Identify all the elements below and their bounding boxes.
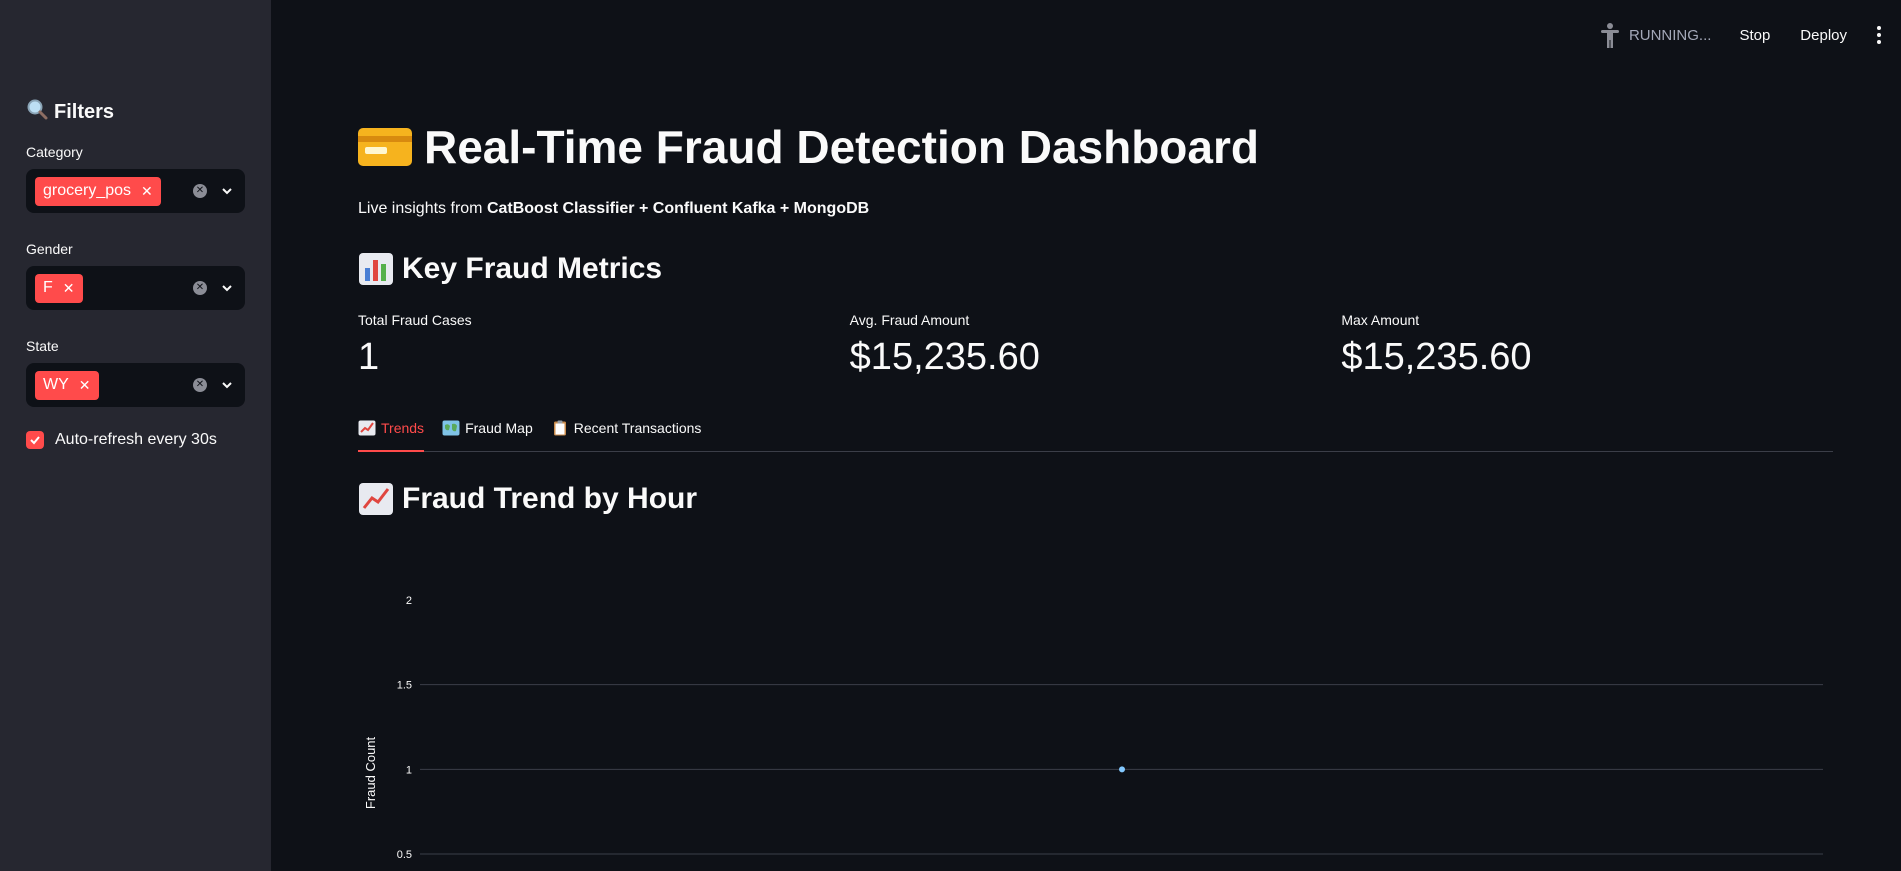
main-menu-icon[interactable]	[1877, 26, 1881, 44]
metrics-row: Total Fraud Cases 1 Avg. Fraud Amount $1…	[358, 312, 1833, 379]
y-tick-label: 0.5	[397, 849, 412, 861]
metric-value: $15,235.60	[849, 336, 1040, 378]
category-label: Category	[26, 144, 83, 160]
tab-label: Recent Transactions	[573, 420, 702, 436]
trend-heading-text: Fraud Trend by Hour	[402, 482, 698, 515]
data-point[interactable]	[1119, 766, 1125, 773]
category-multiselect[interactable]: grocery_pos ✕ ✕	[26, 169, 245, 213]
autorefresh-checkbox[interactable]: Auto-refresh every 30s	[26, 431, 245, 449]
chevron-down-icon[interactable]	[221, 282, 233, 294]
page-subtitle: Live insights from CatBoost Classifier +…	[358, 200, 869, 218]
gender-filter: Gender F ✕ ✕	[26, 241, 245, 310]
page-title: Real-Time Fraud Detection Dashboard	[358, 120, 1259, 174]
tab-label: Fraud Map	[465, 420, 533, 436]
clear-icon[interactable]: ✕	[193, 378, 207, 392]
filters-title: Filters	[54, 100, 115, 123]
clear-icon[interactable]: ✕	[193, 184, 207, 198]
chart-increasing-icon	[359, 483, 393, 515]
clipboard-icon	[553, 420, 566, 436]
tab-trends[interactable]: Trends	[358, 418, 425, 452]
metric-value: $15,235.60	[1341, 336, 1532, 378]
metric-avg-fraud: Avg. Fraud Amount $15,235.60	[850, 312, 1342, 379]
clear-icon[interactable]: ✕	[193, 281, 207, 295]
metric-label: Max Amount	[1341, 312, 1420, 328]
tab-label: Trends	[381, 420, 425, 436]
gender-label: Gender	[26, 241, 73, 257]
metrics-heading: Key Fraud Metrics	[358, 252, 662, 286]
remove-tag-icon[interactable]: ✕	[79, 377, 91, 394]
chevron-down-icon[interactable]	[221, 379, 233, 391]
gender-multiselect[interactable]: F ✕ ✕	[26, 266, 245, 310]
checkbox-checked-icon[interactable]	[26, 431, 44, 449]
state-tag-label: WY	[43, 376, 69, 393]
autorefresh-label: Auto-refresh every 30s	[55, 431, 217, 448]
metrics-heading-text: Key Fraud Metrics	[402, 252, 663, 285]
toolbar: RUNNING... Stop Deploy	[1599, 0, 1901, 70]
world-map-icon	[442, 420, 460, 436]
tab-bar: Trends Fraud Map Recent Transactions	[358, 418, 1833, 452]
page-title-text: Real-Time Fraud Detection Dashboard	[424, 121, 1259, 173]
category-tag-label: grocery_pos	[43, 182, 132, 199]
deploy-button[interactable]: Deploy	[1800, 27, 1847, 44]
y-axis-label: Fraud Count	[363, 736, 378, 809]
running-status: RUNNING...	[1628, 26, 1712, 44]
filters-heading: Filters	[26, 98, 245, 126]
magnifier-icon	[26, 98, 48, 126]
metric-label: Total Fraud Cases	[358, 312, 472, 328]
gender-tag[interactable]: F ✕	[35, 273, 83, 303]
subtitle-prefix: Live insights from	[358, 200, 487, 217]
fraud-trend-chart: 2 1.5 1 0.5 Fraud Count	[363, 595, 1823, 861]
state-multiselect[interactable]: WY ✕ ✕	[26, 363, 245, 407]
bar-chart-icon	[359, 253, 393, 285]
state-tag[interactable]: WY ✕	[35, 370, 99, 400]
state-filter: State WY ✕ ✕	[26, 338, 245, 407]
remove-tag-icon[interactable]: ✕	[63, 280, 75, 297]
chevron-down-icon[interactable]	[221, 185, 233, 197]
credit-card-icon	[358, 128, 412, 166]
y-tick-label: 1.5	[397, 680, 412, 692]
category-tag[interactable]: grocery_pos ✕	[35, 176, 161, 206]
tab-fraud-map[interactable]: Fraud Map	[442, 418, 533, 452]
trend-heading: Fraud Trend by Hour	[358, 482, 697, 516]
tab-recent-transactions[interactable]: Recent Transactions	[551, 418, 702, 452]
category-filter: Category grocery_pos ✕ ✕	[26, 144, 245, 213]
gender-tag-label: F	[43, 279, 53, 296]
y-tick-label: 2	[406, 595, 412, 607]
state-label: State	[26, 338, 59, 354]
subtitle-tech: CatBoost Classifier + Confluent Kafka + …	[486, 200, 870, 217]
running-person-icon	[1600, 23, 1619, 48]
remove-tag-icon[interactable]: ✕	[141, 183, 153, 200]
metric-value: 1	[358, 336, 380, 378]
y-tick-label: 1	[406, 764, 412, 776]
stop-button[interactable]: Stop	[1739, 27, 1770, 44]
sidebar: Filters Category grocery_pos ✕ ✕ Gender …	[0, 0, 271, 871]
chart-increasing-icon	[358, 420, 376, 436]
metric-total-fraud: Total Fraud Cases 1	[358, 312, 850, 379]
metric-max-amount: Max Amount $15,235.60	[1341, 312, 1833, 379]
metric-label: Avg. Fraud Amount	[849, 312, 970, 328]
